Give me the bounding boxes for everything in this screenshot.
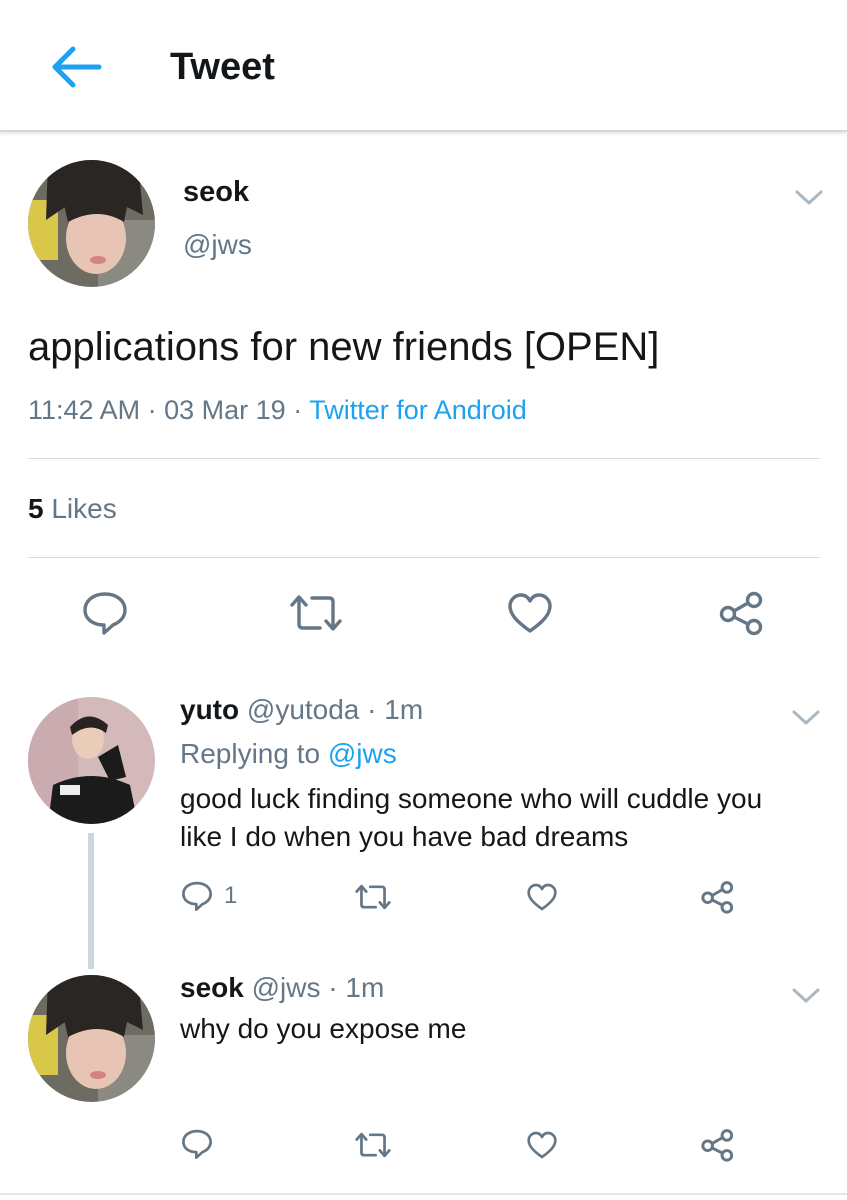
reply-author-handle[interactable]: @yutoda	[247, 694, 360, 725]
meta-separator: ·	[293, 395, 303, 425]
thread-connector-line	[88, 833, 94, 969]
replying-to-prefix: Replying to	[180, 738, 321, 769]
reply-author-name[interactable]: yuto	[180, 694, 239, 725]
like-button[interactable]	[526, 882, 558, 912]
divider	[28, 458, 820, 459]
likes-label: Likes	[51, 493, 117, 524]
meta-separator: ·	[147, 395, 157, 425]
share-button[interactable]	[700, 1128, 736, 1162]
chevron-down-icon[interactable]	[793, 186, 825, 208]
tweet-time: 11:42 AM	[28, 395, 141, 425]
reply-time: 1m	[384, 694, 424, 725]
heart-icon	[527, 1131, 557, 1159]
reply-button[interactable]	[180, 1128, 214, 1160]
retweet-icon	[355, 1132, 391, 1158]
reply-text: why do you expose me	[180, 1010, 466, 1048]
like-button[interactable]	[506, 592, 554, 634]
reply-author-handle[interactable]: @jws	[252, 972, 321, 1003]
reply-button[interactable]: 1	[180, 880, 237, 912]
tweet-date: 03 Mar 19	[164, 395, 286, 425]
like-button[interactable]	[526, 1130, 558, 1160]
divider	[0, 1193, 847, 1195]
top-bar: Tweet	[0, 0, 847, 132]
replying-to-mention[interactable]: @jws	[328, 738, 397, 769]
heart-icon	[527, 883, 557, 911]
reply-separator: ·	[328, 972, 338, 1003]
retweet-button[interactable]	[288, 592, 344, 634]
heart-icon	[508, 593, 552, 633]
likes-count[interactable]: 5 Likes	[28, 493, 117, 525]
reply-header: yuto @yutoda · 1m	[180, 694, 423, 726]
tweet-text: applications for new friends [OPEN]	[28, 325, 660, 369]
page-title: Tweet	[170, 46, 275, 88]
share-button[interactable]	[700, 880, 736, 914]
share-icon	[701, 881, 734, 914]
share-icon	[719, 591, 763, 636]
author-name[interactable]: seok	[183, 176, 249, 209]
reply-icon	[83, 592, 127, 635]
retweet-button[interactable]	[354, 882, 392, 912]
author-avatar[interactable]	[28, 160, 155, 287]
reply-count: 1	[224, 882, 238, 909]
tweet-source-link[interactable]: Twitter for Android	[309, 395, 527, 425]
reply-text-line: why do you expose me	[180, 1013, 467, 1044]
reply-avatar-yuto[interactable]	[28, 697, 155, 824]
retweet-icon	[290, 595, 342, 631]
tweet-meta: 11:42 AM · 03 Mar 19 · Twitter for Andro…	[28, 395, 527, 426]
likes-number: 5	[28, 493, 44, 524]
reply-text-line: good luck finding someone who will cuddl…	[180, 783, 763, 814]
reply-button[interactable]	[80, 590, 130, 636]
reply-icon	[182, 881, 212, 911]
back-button[interactable]	[44, 38, 108, 96]
reply-avatar-seok[interactable]	[28, 975, 155, 1102]
reply-text: good luck finding someone who will cuddl…	[180, 780, 762, 856]
reply-author-name[interactable]: seok	[180, 972, 244, 1003]
reply-icon	[182, 1129, 212, 1159]
reply-header: seok @jws · 1m	[180, 972, 384, 1004]
reply-text-line: like I do when you have bad dreams	[180, 821, 629, 852]
chevron-down-icon[interactable]	[790, 984, 822, 1006]
chevron-down-icon[interactable]	[790, 706, 822, 728]
share-icon	[701, 1129, 734, 1162]
share-button[interactable]	[718, 590, 766, 636]
replying-to: Replying to @jws	[180, 738, 397, 770]
divider	[28, 557, 820, 558]
author-handle[interactable]: @jws	[183, 229, 252, 261]
reply-separator: ·	[367, 694, 377, 725]
retweet-icon	[355, 884, 391, 910]
reply-time: 1m	[345, 972, 385, 1003]
back-arrow-icon	[52, 46, 102, 88]
retweet-button[interactable]	[354, 1130, 392, 1160]
